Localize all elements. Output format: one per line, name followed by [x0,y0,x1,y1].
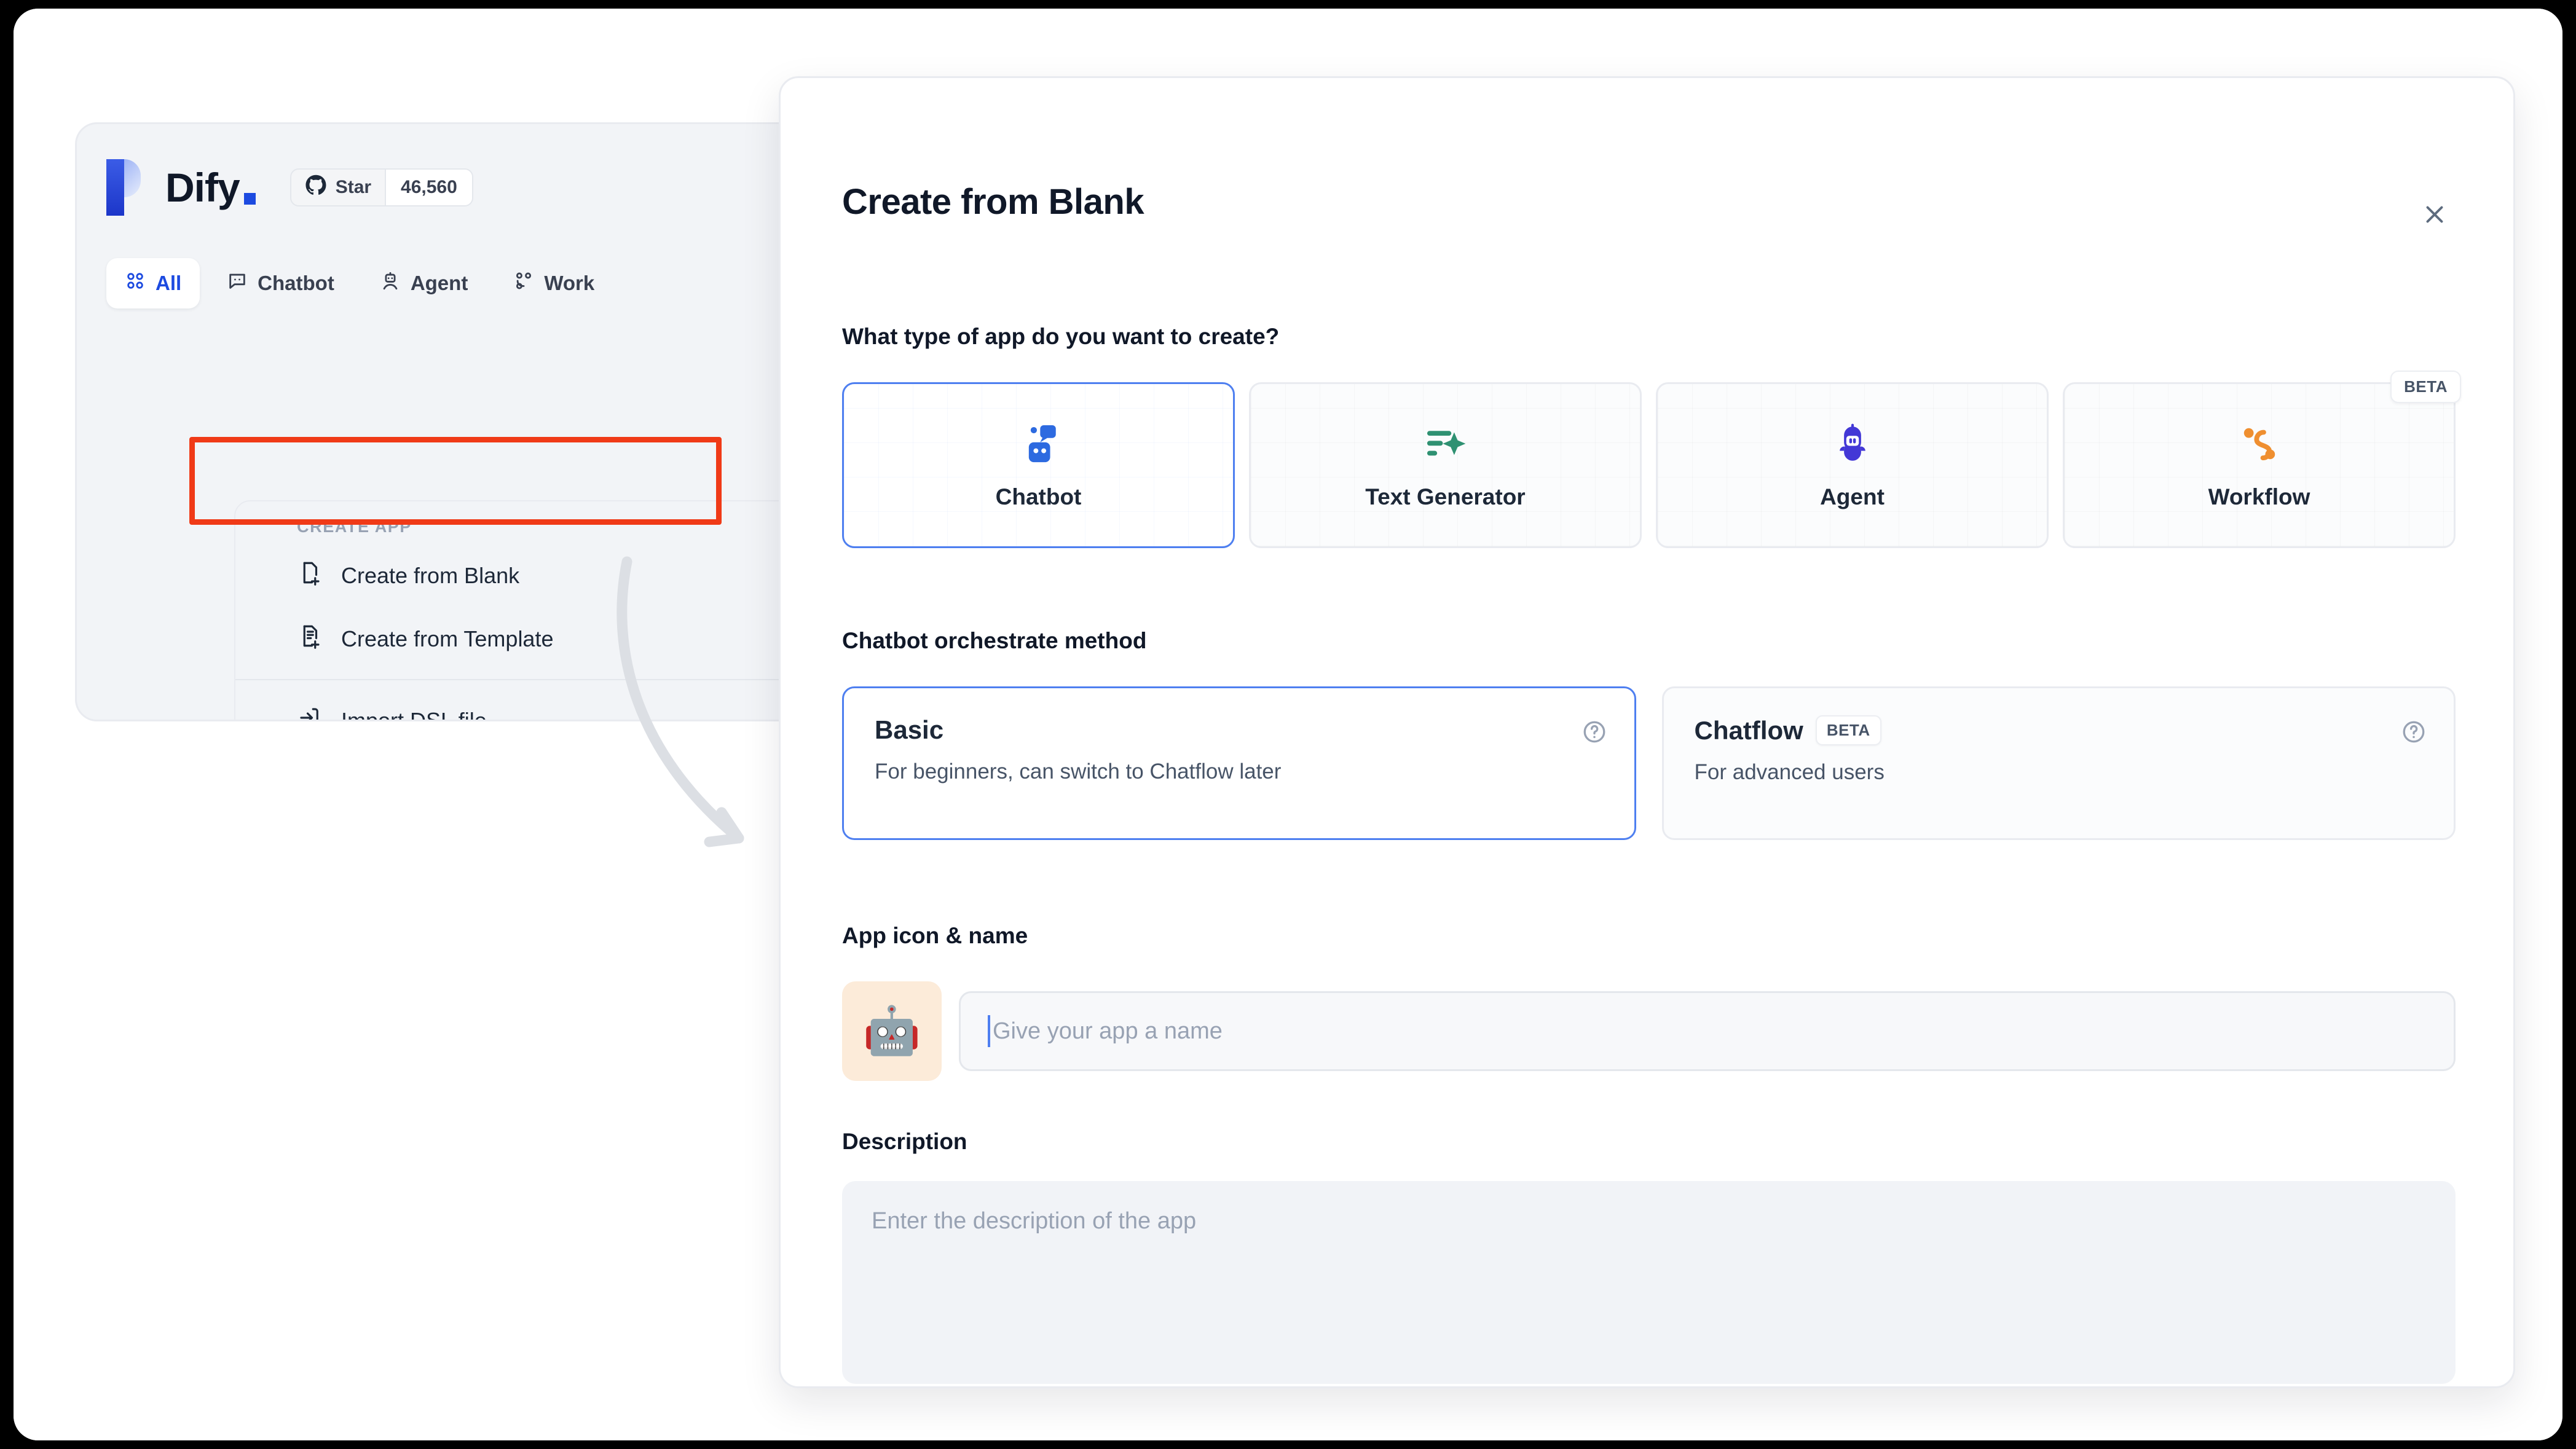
app-type-card-chatbot-label: Chatbot [995,484,1082,509]
workflow-nodes-icon [513,270,534,296]
github-star-left[interactable]: Star [291,170,385,205]
menu-item-create-from-template[interactable]: Create from Template [235,607,811,670]
app-type-card-text-generator[interactable]: Text Generator [1249,382,1642,548]
agent-robot-icon [1830,421,1875,469]
app-icon-name-row: 🤖 Give your app a name [842,981,2456,1081]
app-name-placeholder: Give your app a name [993,1018,1223,1044]
close-button[interactable] [2413,194,2457,238]
chat-bubble-icon [227,270,248,296]
github-star-label: Star [335,176,372,197]
menu-item-import-dsl[interactable]: Import DSL file [235,689,811,721]
tab-all[interactable]: All [106,258,200,308]
app-type-card-agent[interactable]: Agent [1656,382,2049,548]
orchestrate-section-label: Chatbot orchestrate method [842,628,1147,653]
app-window: Dify Star 46,560 All Chatbot Agent Work … [14,9,2562,1440]
tab-agent[interactable]: Agent [361,258,487,308]
app-type-option-grid: Chatbot Text Generator Agent BETA Workfl… [842,371,2461,548]
create-app-dropdown: CREATE APP Create from Blank Create from… [234,500,812,721]
dify-logo-icon [106,159,141,216]
tab-agent-label: Agent [410,272,468,294]
menu-item-create-from-blank[interactable]: Create from Blank [235,544,811,607]
app-type-card-workflow-label: Workflow [2208,484,2310,509]
menu-item-create-from-blank-label: Create from Blank [341,562,520,588]
app-icon-name-section-label: App icon & name [842,923,1028,948]
help-circle-icon[interactable] [2401,719,2427,748]
github-star-button[interactable]: Star 46,560 [290,168,473,206]
modal-title: Create from Blank [842,182,1144,222]
template-page-plus-icon [297,623,323,654]
app-name-input[interactable]: Give your app a name [959,991,2456,1071]
github-star-count: 46,560 [385,169,472,205]
orchestrate-card-chatflow-description: For advanced users [1694,760,1885,784]
menu-divider [235,679,811,680]
app-type-tab-row: All Chatbot Agent Work [106,258,613,308]
import-arrow-icon [297,705,323,720]
orchestrate-card-chatflow-title: Chatflow [1694,715,1803,745]
workflow-path-icon [2237,421,2282,469]
close-icon [2420,200,2449,232]
app-type-card-agent-label: Agent [1820,484,1885,509]
text-caret [988,1015,990,1047]
blank-page-plus-icon [297,560,323,591]
app-type-section-label: What type of app do you want to create? [842,324,1280,349]
chatbot-icon [1016,421,1062,469]
github-icon [305,175,327,200]
description-input[interactable]: Enter the description of the app [842,1181,2456,1384]
robot-emoji-icon: 🤖 [862,1005,921,1057]
description-placeholder: Enter the description of the app [872,1208,1197,1234]
orchestrate-card-basic-description: For beginners, can switch to Chatflow la… [875,760,1282,783]
orchestrate-card-basic[interactable]: Basic For beginners, can switch to Chatf… [842,686,1636,840]
grid-icon [125,270,146,296]
app-icon-picker[interactable]: 🤖 [842,981,942,1081]
menu-item-import-dsl-label: Import DSL file [341,707,487,721]
tab-chatbot-label: Chatbot [258,272,334,294]
workflow-beta-badge: BETA [2390,371,2461,403]
tab-chatbot[interactable]: Chatbot [208,258,353,308]
dify-wordmark: Dify [165,164,256,211]
app-type-card-workflow[interactable]: BETA Workflow [2063,371,2461,548]
help-circle-icon[interactable] [1581,719,1607,748]
create-app-header: CREATE APP [297,517,412,536]
menu-item-create-from-template-label: Create from Template [341,626,554,651]
description-section-label: Description [842,1129,967,1154]
text-sparkle-icon [1423,421,1468,469]
orchestrate-card-basic-title: Basic [875,715,944,744]
tab-all-label: All [156,272,182,294]
orchestrate-card-chatflow[interactable]: Chatflow BETA For advanced users [1661,686,2456,840]
agent-robot-icon [380,270,401,296]
app-type-card-text-generator-label: Text Generator [1365,484,1526,509]
orchestrate-option-grid: Basic For beginners, can switch to Chatf… [842,686,2456,840]
tab-workflow-label: Work [544,272,595,294]
app-type-card-chatbot[interactable]: Chatbot [842,382,1235,548]
create-from-blank-modal: Create from Blank What type of app do yo… [779,76,2515,1388]
chatflow-beta-badge: BETA [1815,715,1881,745]
tab-workflow[interactable]: Work [495,258,613,308]
